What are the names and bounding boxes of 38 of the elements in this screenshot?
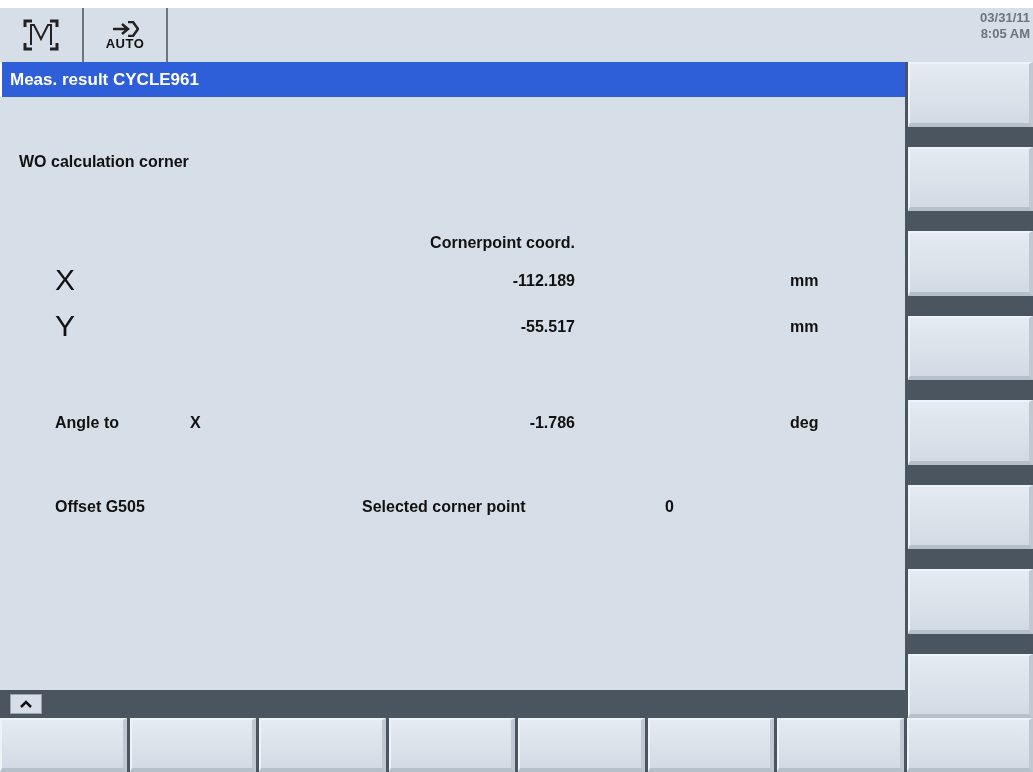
scroll-up-button[interactable] [10,694,42,714]
time-text: 8:05 AM [980,26,1030,43]
softkey-button[interactable] [908,400,1033,465]
window-title: Meas. result CYCLE961 [0,62,905,97]
machine-mode-icon [23,19,59,51]
softkey-button[interactable] [908,653,1033,718]
softkey-button[interactable] [777,718,904,772]
unit-label: mm [790,272,819,289]
angle-value: -1.786 [529,414,575,431]
softkey-button[interactable] [388,718,515,772]
caret-icon [20,700,32,708]
section-heading: WO calculation corner [19,152,189,172]
softkey-button[interactable] [129,718,256,772]
softkey-button[interactable] [259,718,386,772]
coordinate-value: -55.517 [520,318,575,335]
mode-label: AUTO [105,36,145,50]
softkey-button[interactable] [906,718,1033,772]
softkey-button[interactable] [518,718,645,772]
column-header: Cornerpoint coord. [429,233,575,253]
axis-label: X [55,263,75,296]
field-label: Offset G505 [55,498,145,515]
softkey-button[interactable] [908,62,1033,127]
selected-corner-value: 0 [665,498,674,515]
axis-label: Y [55,309,75,342]
softkey-button[interactable] [908,146,1033,211]
axis-label: X [190,414,201,431]
softkey-button[interactable] [908,569,1033,634]
softkey-button[interactable] [647,718,774,772]
unit-label: deg [790,414,819,431]
field-label: Angle to [55,414,119,431]
coordinate-value: -112.189 [512,272,575,289]
softkey-button[interactable] [908,315,1033,380]
unit-label: mm [790,318,819,335]
date-text: 03/31/11 [980,10,1030,27]
arrow-icon [111,20,139,37]
field-label: Selected corner point [362,498,526,515]
softkey-button[interactable] [908,231,1033,296]
softkey-button[interactable] [908,484,1033,549]
